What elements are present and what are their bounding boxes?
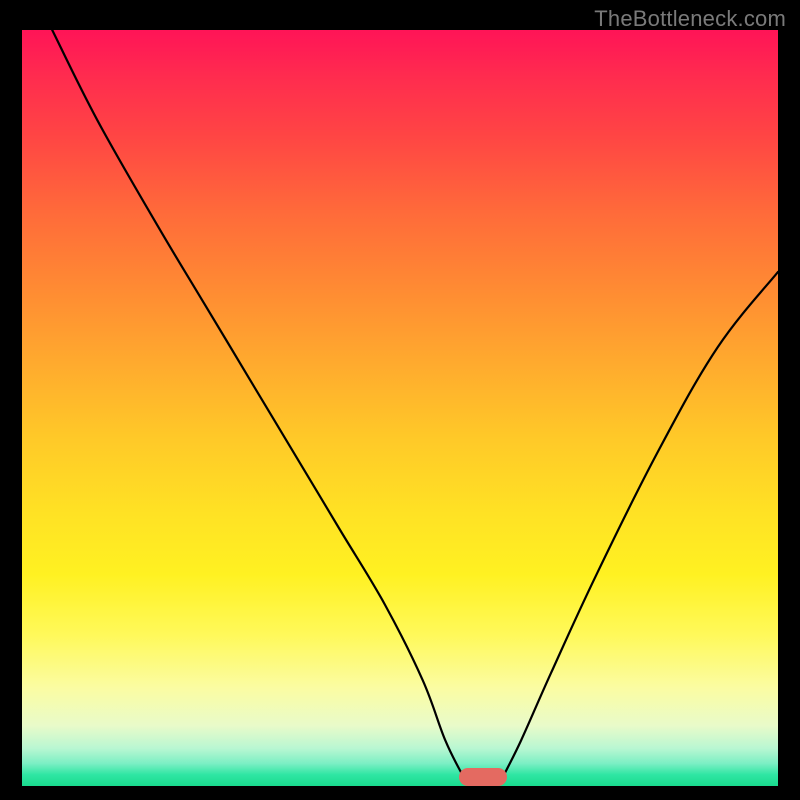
optimal-marker (459, 768, 507, 786)
watermark-text: TheBottleneck.com (594, 6, 786, 32)
chart-frame: TheBottleneck.com (0, 0, 800, 800)
plot-area (22, 30, 778, 786)
bottleneck-curve (22, 30, 778, 786)
curve-left-branch (52, 30, 464, 778)
curve-right-branch (502, 272, 778, 779)
